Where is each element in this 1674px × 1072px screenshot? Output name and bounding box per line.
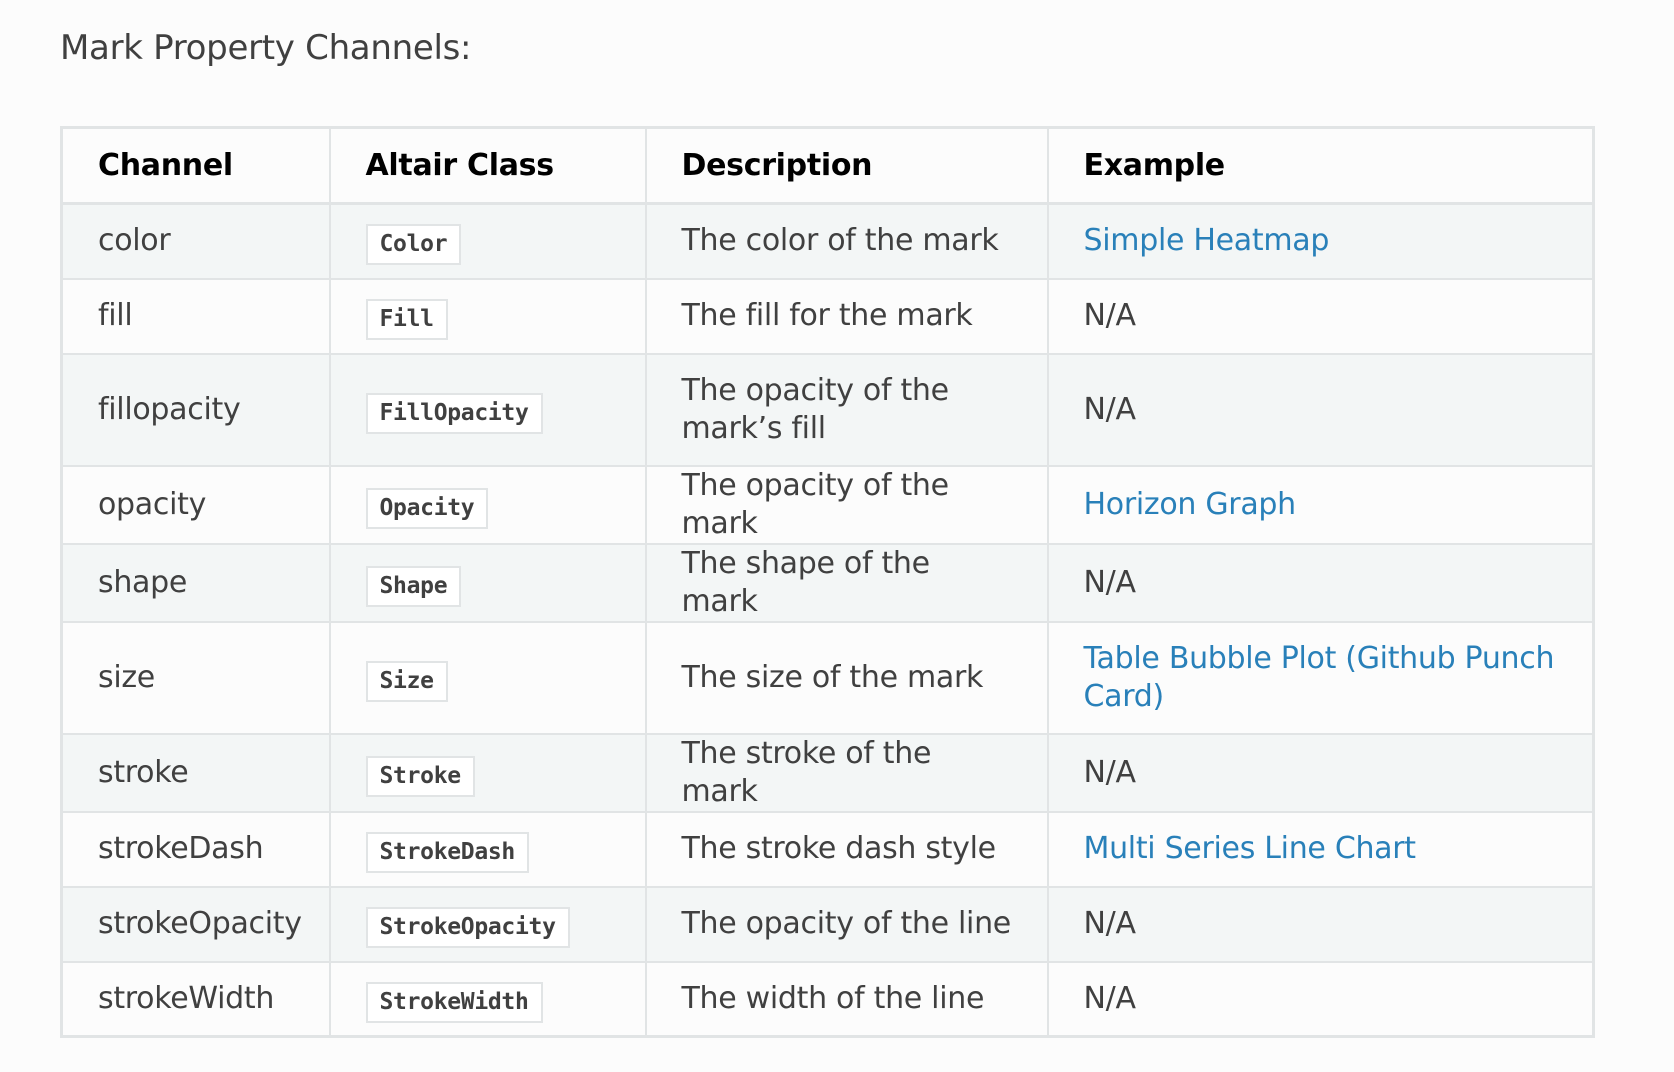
channel-cell: fill [60,277,331,355]
description-cell: The size of the mark [644,620,1049,735]
altair-class-cell: StrokeOpacity [328,885,647,963]
table-row: shape Shape The shape of the mark N/A [60,542,1595,623]
altair-class-cell: StrokeWidth [328,960,647,1038]
description-cell: The width of the line [644,960,1049,1038]
channel-cell: strokeDash [60,810,331,888]
section-heading: Mark Property Channels: [60,28,472,68]
altair-class-code: StrokeWidth [365,981,543,1023]
channel-cell: color [60,202,331,280]
example-not-available: N/A [1083,754,1136,790]
altair-class-code: Opacity [365,487,489,529]
altair-class-code: Stroke [365,755,475,797]
example-not-available: N/A [1083,564,1136,600]
column-header-channel: Channel [60,126,331,205]
altair-class-code: FillOpacity [365,392,543,434]
example-cell: N/A [1046,960,1595,1038]
table-row: fill Fill The fill for the mark N/A [60,277,1595,355]
example-link[interactable]: Simple Heatmap [1084,223,1330,258]
table-row: fillopacity FillOpacity The opacity of the… [60,352,1595,467]
table-row: strokeWidth StrokeWidth The width of the l… [60,960,1595,1038]
column-header-altair-class: Altair Class [328,126,647,205]
table-header-row: Channel Altair Class Description Example [60,126,1595,205]
example-link[interactable]: Horizon Graph [1084,487,1297,522]
altair-class-cell: StrokeDash [328,810,647,888]
example-link[interactable]: Table Bubble Plot (Github Punch Card) [1084,641,1555,714]
altair-class-cell: Shape [328,542,647,623]
description-cell: The stroke of the mark [644,732,1049,813]
description-cell: The stroke dash style [644,810,1049,888]
example-not-available: N/A [1083,906,1136,941]
example-cell: Multi Series Line Chart [1046,810,1595,888]
channel-cell: shape [60,542,331,623]
example-cell: Simple Heatmap [1046,202,1595,280]
description-cell: The opacity of the mark [644,464,1049,545]
example-not-available: N/A [1083,391,1136,427]
example-not-available: N/A [1083,980,1136,1016]
example-cell: N/A [1046,352,1595,467]
table-row: opacity Opacity The opacity of the mark Hor… [60,464,1595,545]
example-cell: N/A [1046,277,1595,355]
description-cell: The opacity of the line [644,885,1049,963]
description-cell: The opacity of the mark’s fill [644,352,1049,467]
altair-class-code: StrokeDash [365,832,529,873]
altair-class-cell: FillOpacity [328,352,647,467]
altair-class-code: Size [365,660,448,702]
description-cell: The fill for the mark [644,277,1049,355]
channel-cell: fillopacity [60,352,331,467]
table-row: color Color The color of the mark Simple He… [60,202,1595,280]
altair-class-code: Shape [365,565,462,607]
channel-cell: size [60,620,331,735]
altair-class-cell: Size [328,620,647,735]
example-cell: Table Bubble Plot (Github Punch Card) [1046,620,1595,735]
example-cell: Horizon Graph [1046,464,1595,545]
altair-class-cell: Opacity [328,464,647,545]
description-cell: The shape of the mark [644,542,1049,623]
example-not-available: N/A [1083,298,1136,333]
altair-class-cell: Color [328,202,647,280]
example-cell: N/A [1046,542,1595,623]
altair-class-cell: Stroke [328,732,647,813]
table-row: stroke Stroke The stroke of the mark N/A [60,732,1595,813]
altair-class-code: StrokeOpacity [365,907,570,948]
table-row: size Size The size of the mark Table Bubble… [60,620,1595,735]
table-row: strokeDash StrokeDash The stroke dash styl… [60,810,1595,888]
altair-class-code: Color [365,224,462,266]
column-header-example: Example [1046,126,1595,205]
column-header-description: Description [644,126,1049,205]
altair-class-cell: Fill [328,277,647,355]
altair-class-code: Fill [365,299,448,340]
example-cell: N/A [1046,885,1595,963]
mark-property-channels-table: Channel Altair Class Description Example… [60,126,1595,1038]
channel-cell: strokeWidth [60,960,331,1038]
table-row: strokeOpacity StrokeOpacity The opacity of… [60,885,1595,963]
channel-cell: opacity [60,464,331,545]
channel-cell: stroke [60,732,331,813]
example-link[interactable]: Multi Series Line Chart [1084,831,1417,866]
example-cell: N/A [1046,732,1595,813]
documentation-page: Mark Property Channels: Channel Altair C… [0,0,1674,1072]
description-cell: The color of the mark [644,202,1049,280]
channel-cell: strokeOpacity [60,885,331,963]
